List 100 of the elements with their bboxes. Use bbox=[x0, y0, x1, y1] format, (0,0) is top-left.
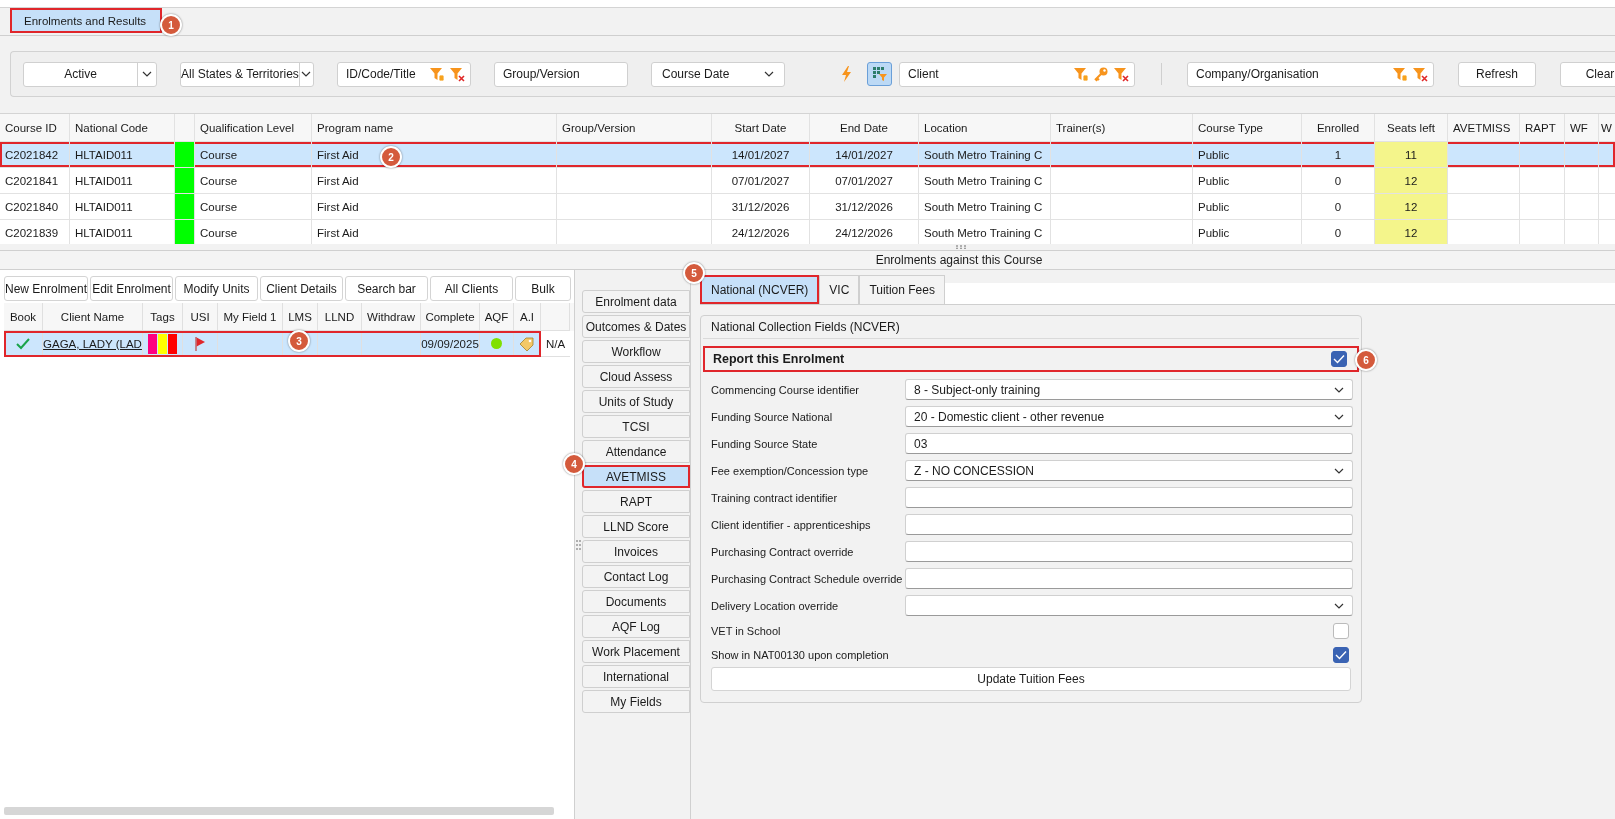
column-header[interactable]: USI bbox=[190, 310, 210, 323]
side-tab[interactable]: TCSI bbox=[582, 415, 690, 438]
side-tab[interactable]: AQF Log bbox=[582, 615, 690, 638]
dropdown[interactable] bbox=[905, 595, 1353, 616]
checkbox[interactable] bbox=[1331, 351, 1347, 367]
tab[interactable]: VIC bbox=[819, 275, 860, 304]
key-icon[interactable] bbox=[1093, 65, 1109, 82]
table-cell: HLTAID011 bbox=[75, 174, 133, 187]
column-header[interactable]: Enrolled bbox=[1302, 114, 1375, 141]
toolbar-button[interactable]: New Enrolment bbox=[4, 276, 88, 301]
table-cell: 07/01/2027 bbox=[731, 174, 790, 187]
dropdown[interactable]: 8 - Subject-only training bbox=[905, 379, 1353, 400]
column-header[interactable]: National Code bbox=[70, 114, 175, 141]
side-tab[interactable]: Units of Study bbox=[582, 390, 690, 413]
funnel-icon[interactable] bbox=[429, 65, 445, 82]
column-header[interactable]: Course Type bbox=[1193, 114, 1302, 141]
side-tab[interactable]: LLND Score bbox=[582, 515, 690, 538]
dropdown[interactable]: Z - NO CONCESSION bbox=[905, 460, 1353, 481]
toolbar-button[interactable]: Bulk bbox=[515, 276, 571, 301]
tab[interactable]: Tuition Fees bbox=[859, 275, 945, 304]
side-tab[interactable]: Enrolment data bbox=[582, 290, 690, 313]
column-header[interactable]: Trainer(s) bbox=[1051, 114, 1193, 141]
dropdown[interactable]: 20 - Domestic client - other revenue bbox=[905, 406, 1353, 427]
column-header[interactable]: Withdraw bbox=[367, 310, 415, 323]
tab[interactable]: National (NCVER) bbox=[700, 275, 820, 304]
input-field[interactable] bbox=[905, 514, 1353, 535]
input-field[interactable]: 03 bbox=[905, 433, 1353, 454]
toolbar-button[interactable]: Edit Enrolment bbox=[90, 276, 173, 301]
table-cell: C2021842 bbox=[5, 148, 59, 161]
column-header[interactable]: End Date bbox=[810, 114, 919, 141]
update-button[interactable]: Update Tuition Fees bbox=[711, 667, 1351, 691]
filter-dropdown[interactable]: Course Date bbox=[651, 61, 785, 87]
column-header[interactable]: AVETMISS bbox=[1448, 114, 1520, 141]
filter-field[interactable]: Company/Organisation bbox=[1187, 61, 1434, 87]
column-header[interactable]: Qualification Level bbox=[195, 114, 312, 141]
column-header[interactable]: Client Name bbox=[60, 310, 125, 323]
column-header[interactable]: Complete bbox=[425, 310, 475, 323]
side-tab[interactable]: Cloud Assess bbox=[582, 365, 690, 388]
column-header[interactable]: LLND bbox=[324, 310, 355, 323]
clear-filter-icon[interactable] bbox=[1412, 65, 1428, 82]
column-header[interactable]: AQF bbox=[484, 310, 509, 323]
column-header[interactable]: A.I bbox=[519, 310, 535, 323]
side-tab[interactable]: Invoices bbox=[582, 540, 690, 563]
side-tab[interactable]: Workflow bbox=[582, 340, 690, 363]
table-row[interactable]: C2021841 HLTAID011 Course First Aid 07/01/2027 07/01/2027 South Metro Training C Public 0 12 bbox=[0, 168, 1615, 194]
filter-field[interactable]: Group/Version bbox=[494, 61, 628, 87]
input-field[interactable] bbox=[905, 568, 1353, 589]
side-tab[interactable]: RAPT bbox=[582, 490, 690, 513]
splitter-grip-icon[interactable] bbox=[955, 245, 967, 249]
funnel-icon[interactable] bbox=[1392, 65, 1408, 82]
table-cell: HLTAID011 bbox=[75, 148, 133, 161]
side-tab[interactable]: AVETMISS bbox=[582, 465, 690, 488]
column-header[interactable]: Course ID bbox=[0, 114, 70, 141]
column-header[interactable]: Group/Version bbox=[557, 114, 712, 141]
input-field[interactable] bbox=[905, 541, 1353, 562]
table-row[interactable]: GAGA, LADY (LAD 3 09/09/2025 bbox=[4, 331, 541, 357]
checkbox[interactable] bbox=[1333, 647, 1349, 663]
splitter-grip-icon[interactable] bbox=[576, 538, 581, 551]
side-tab[interactable]: Contact Log bbox=[582, 565, 690, 588]
filter-field[interactable]: Client bbox=[899, 61, 1135, 87]
input-field[interactable] bbox=[905, 487, 1353, 508]
column-header[interactable]: My Field 1 bbox=[223, 310, 277, 323]
side-tab[interactable]: International bbox=[582, 665, 690, 688]
toolbar-button[interactable]: All Clients bbox=[430, 276, 513, 301]
chevron-down-icon bbox=[301, 71, 312, 77]
filter-dropdown[interactable]: All States & Territories bbox=[180, 61, 314, 87]
column-header[interactable]: Seats left bbox=[1375, 114, 1448, 141]
column-header[interactable]: Location bbox=[919, 114, 1051, 141]
column-header[interactable]: W bbox=[1599, 114, 1615, 141]
clear-filter-icon[interactable] bbox=[1113, 65, 1129, 82]
filter-field[interactable]: ID/Code/Title bbox=[337, 61, 471, 87]
column-header[interactable]: Book bbox=[9, 310, 37, 323]
checkbox[interactable] bbox=[1333, 623, 1349, 639]
funnel-icon[interactable] bbox=[1073, 65, 1089, 82]
module-tab[interactable]: Enrolments and Results bbox=[10, 8, 163, 33]
column-header[interactable]: Program name bbox=[312, 114, 557, 141]
filter-dropdown[interactable]: Active bbox=[23, 61, 157, 87]
column-header[interactable]: RAPT bbox=[1520, 114, 1565, 141]
filter-button[interactable]: Clear bbox=[1560, 61, 1615, 87]
side-tab[interactable]: My Fields bbox=[582, 690, 690, 713]
clear-filter-icon[interactable] bbox=[449, 65, 465, 82]
side-tab[interactable]: Outcomes & Dates bbox=[582, 315, 690, 338]
table-row[interactable]: C2021842 HLTAID011 Course First Aid 2 14/01/2027 14/01/2027 South Metro Training C Public 1 11 bbox=[0, 142, 1615, 168]
column-header[interactable]: WF bbox=[1565, 114, 1599, 141]
toolbar-button[interactable]: Client Details bbox=[260, 276, 343, 301]
column-header[interactable]: LMS bbox=[288, 310, 312, 323]
filter-button[interactable]: Refresh bbox=[1458, 61, 1536, 87]
table-cell: 1 bbox=[1334, 148, 1342, 161]
column-header[interactable]: Tags bbox=[150, 310, 175, 323]
field-label: Purchasing Contract Schedule override bbox=[711, 572, 904, 585]
side-tab[interactable]: Work Placement bbox=[582, 640, 690, 663]
side-tab[interactable]: Documents bbox=[582, 590, 690, 613]
scrollbar[interactable] bbox=[4, 807, 554, 815]
side-tab[interactable]: Attendance bbox=[582, 440, 690, 463]
table-row[interactable]: C2021840 HLTAID011 Course First Aid 31/12/2026 31/12/2026 South Metro Training C Public 0 12 bbox=[0, 194, 1615, 220]
table-cell: South Metro Training C bbox=[924, 148, 1043, 161]
grid-filter-button[interactable] bbox=[867, 62, 892, 86]
toolbar-button[interactable]: Modify Units bbox=[175, 276, 258, 301]
column-header[interactable]: Start Date bbox=[712, 114, 810, 141]
toolbar-button[interactable]: Search bar bbox=[345, 276, 428, 301]
